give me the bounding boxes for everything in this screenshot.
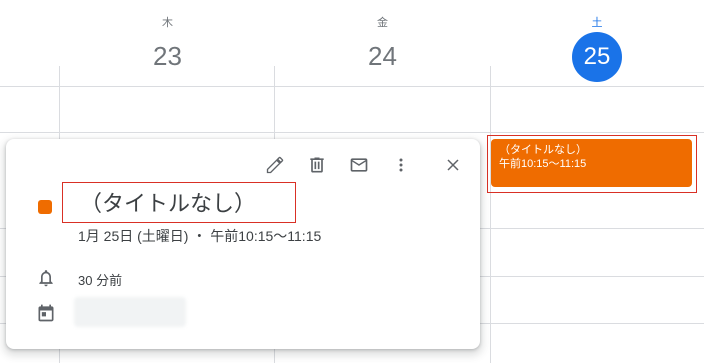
close-button[interactable]: [439, 151, 467, 179]
day-of-week: 金: [377, 17, 388, 29]
day-of-week: 木: [162, 17, 173, 29]
close-icon: [447, 159, 459, 171]
day-header-thu[interactable]: 木 23: [60, 0, 275, 86]
header-divider: [0, 86, 704, 87]
day-header-fri[interactable]: 金 24: [275, 0, 490, 86]
edit-icon: [266, 156, 284, 174]
day-of-week: 土: [591, 17, 603, 29]
email-button[interactable]: [345, 151, 373, 179]
event-date-time: 1月 25日 (土曜日) ・ 午前10:15～11:15: [78, 228, 322, 244]
delete-button[interactable]: [303, 151, 331, 179]
day-header-sat[interactable]: 土 25: [490, 0, 704, 86]
annotation-box: [487, 135, 697, 193]
edit-button[interactable]: [261, 151, 289, 179]
calendar-icon: [38, 304, 54, 322]
more-options-button[interactable]: [387, 151, 415, 179]
reminder-text: 30 分前: [78, 273, 123, 288]
event-details-popup: （タイトルなし） 1月 25日 (土曜日) ・ 午前10:15～11:15 30…: [6, 139, 480, 349]
calendar-name-redacted: [74, 297, 186, 327]
annotation-box: [62, 182, 296, 223]
event-color-indicator: [38, 200, 52, 214]
column-divider: [490, 66, 491, 363]
more-options-icon: [399, 158, 403, 172]
date-number[interactable]: 23: [60, 38, 275, 74]
email-icon: [350, 158, 368, 172]
today-date-circle[interactable]: 25: [572, 32, 622, 82]
delete-icon: [310, 157, 324, 173]
bell-icon: [39, 270, 53, 287]
date-number[interactable]: 24: [275, 38, 490, 74]
hour-line: [0, 132, 704, 133]
